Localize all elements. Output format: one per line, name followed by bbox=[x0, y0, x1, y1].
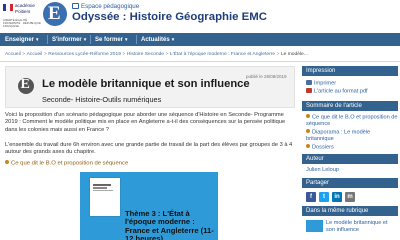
author-name[interactable]: Julien Leloup bbox=[306, 167, 339, 174]
breadcrumb-separator: > bbox=[43, 52, 47, 57]
article-title-bar: E Le modèle britannique et son influence… bbox=[5, 66, 295, 108]
nav-se-former[interactable]: Se former▼ bbox=[95, 33, 128, 46]
nav-enseigner[interactable]: Enseigner▼ bbox=[5, 33, 39, 46]
breadcrumb-separator: > bbox=[276, 52, 280, 57]
breadcrumb-separator: > bbox=[165, 52, 169, 57]
chevron-down-icon: ▼ bbox=[35, 37, 40, 42]
pdf-link[interactable]: L'article au format pdf bbox=[306, 88, 368, 96]
facebook-icon[interactable]: f bbox=[306, 192, 316, 202]
nav-divider bbox=[136, 35, 137, 44]
academie-logo[interactable]: académie Poitiers LIBERTÉ ÉGALITÉ FRATER… bbox=[3, 3, 43, 29]
twitter-icon[interactable]: t bbox=[319, 192, 329, 202]
auteur-header: Auteur bbox=[302, 154, 398, 164]
bullet-icon bbox=[306, 129, 310, 133]
bullet-icon bbox=[306, 114, 310, 118]
breadcrumb: Accueil > Accueil > Ressources Lycée-Réforme… bbox=[0, 50, 400, 60]
duration-paragraph: L'ensemble du travail dure 6h environ av… bbox=[5, 142, 293, 156]
breadcrumb-current: Le modèle... bbox=[280, 52, 308, 57]
mail-icon[interactable]: m bbox=[345, 192, 355, 202]
logo-academie-text: académie bbox=[15, 3, 35, 8]
divider bbox=[0, 61, 400, 62]
chevron-down-icon: ▼ bbox=[124, 37, 129, 42]
page-icon bbox=[72, 3, 79, 9]
logo-small-text: LIBERTÉ ÉGALITÉ FRATERNITÉ · RÉPUBLIQUE … bbox=[3, 18, 41, 29]
nav-divider bbox=[47, 35, 48, 44]
theme-image-caption: Thème 3 : L'État à l'époque moderne : Fr… bbox=[125, 209, 214, 240]
theme-image: Thème 3 : L'État à l'époque moderne : Fr… bbox=[80, 172, 218, 240]
espace-logo-icon[interactable]: E bbox=[43, 2, 67, 26]
print-link[interactable]: Imprimer bbox=[306, 80, 336, 88]
chevron-down-icon: ▼ bbox=[82, 37, 88, 42]
nav-s-informer[interactable]: S'informer▼ bbox=[52, 33, 87, 46]
breadcrumb-etat-moderne[interactable]: L'État à l'époque moderne : France et An… bbox=[170, 52, 275, 57]
breadcrumb-accueil[interactable]: Accueil bbox=[5, 52, 21, 57]
printer-icon bbox=[306, 80, 312, 85]
site-header: académie Poitiers LIBERTÉ ÉGALITÉ FRATER… bbox=[0, 0, 400, 32]
related-article-link[interactable]: Le modèle britannique et son influence bbox=[326, 220, 396, 234]
impression-header: Impression bbox=[302, 66, 398, 76]
related-thumbnail[interactable] bbox=[306, 220, 323, 232]
publish-date: publié le 28/08/2019 bbox=[246, 74, 287, 79]
breadcrumb-separator: > bbox=[122, 52, 126, 57]
main-nav: Enseigner▼ S'informer▼ Se former▼ Actual… bbox=[0, 33, 400, 46]
breadcrumb-histoire-seconde[interactable]: Histoire Seconde bbox=[127, 52, 164, 57]
section-bo-link[interactable]: Ce que dit le B.O et proposition de séqu… bbox=[5, 160, 128, 166]
rubrique-header: Dans la même rubrique bbox=[302, 206, 398, 216]
document-thumbnail bbox=[90, 178, 120, 216]
site-title[interactable]: Odyssée : Histoire Géographie EMC bbox=[72, 11, 267, 23]
intro-paragraph: Voici la proposition d'un scénario pédag… bbox=[5, 112, 286, 133]
breadcrumb-ressources[interactable]: Ressources Lycée-Réforme 2019 bbox=[48, 52, 121, 57]
nav-divider bbox=[90, 35, 91, 44]
share-buttons: f t in m bbox=[306, 192, 355, 202]
logo-poitiers-text: Poitiers bbox=[15, 9, 31, 14]
article-logo-icon: E bbox=[18, 77, 34, 94]
nav-actualites[interactable]: Actualités▼ bbox=[141, 33, 175, 46]
linkedin-icon[interactable]: in bbox=[332, 192, 342, 202]
page-title: Le modèle britannique et son influence bbox=[42, 78, 250, 90]
chevron-down-icon: ▼ bbox=[170, 37, 176, 42]
bullet-icon bbox=[306, 144, 310, 148]
breadcrumb-accueil-2[interactable]: Accueil bbox=[27, 52, 43, 57]
breadcrumb-separator: > bbox=[22, 52, 26, 57]
partager-header: Partager bbox=[302, 178, 398, 188]
sommaire-header: Sommaire de l'article bbox=[302, 101, 398, 111]
sommaire-item-bo[interactable]: Ce que dit le B.O et proposition de séqu… bbox=[306, 114, 398, 128]
sommaire-item-dossiers[interactable]: Dossiers bbox=[306, 144, 398, 151]
article-subtitle: Seconde- Histoire-Outils numériques bbox=[42, 95, 162, 104]
espace-pedagogique-link[interactable]: Espace pédagogique bbox=[72, 3, 139, 10]
french-flag-icon bbox=[3, 4, 13, 11]
bullet-icon bbox=[5, 160, 9, 164]
sommaire-item-diaporama[interactable]: Diaporama : Le modèle britannique bbox=[306, 129, 398, 143]
pdf-icon bbox=[306, 88, 312, 93]
